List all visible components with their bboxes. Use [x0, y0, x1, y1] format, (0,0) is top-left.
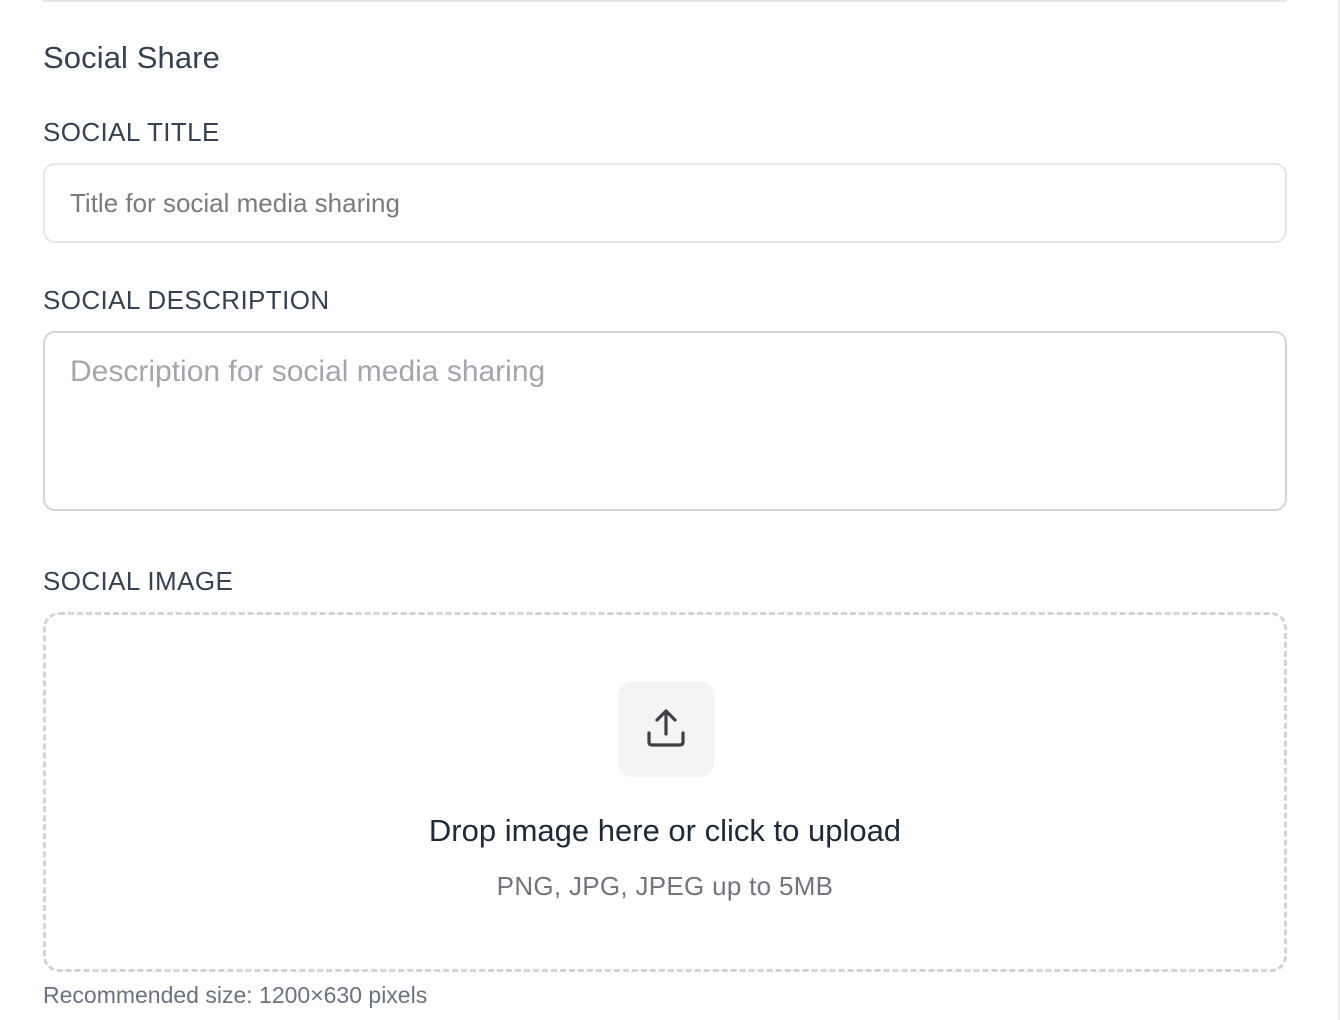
recommended-size-hint: Recommended size: 1200×630 pixels [43, 982, 428, 1008]
social-title-input[interactable] [43, 163, 1287, 243]
upload-icon [618, 681, 714, 777]
dropzone-formats: PNG, JPG, JPEG up to 5MB [496, 871, 834, 901]
social-share-panel: Social Share SOCIAL TITLE SOCIAL DESCRIP… [0, 0, 1340, 1020]
section-divider [43, 0, 1287, 2]
dropzone-instruction: Drop image here or click to upload [428, 813, 902, 848]
section-title: Social Share [43, 40, 220, 75]
social-title-label: SOCIAL TITLE [43, 117, 220, 147]
social-description-textarea[interactable] [43, 331, 1287, 511]
image-upload-dropzone[interactable]: Drop image here or click to upload PNG, … [43, 612, 1287, 972]
social-description-label: SOCIAL DESCRIPTION [43, 285, 330, 315]
social-image-label: SOCIAL IMAGE [43, 566, 234, 596]
